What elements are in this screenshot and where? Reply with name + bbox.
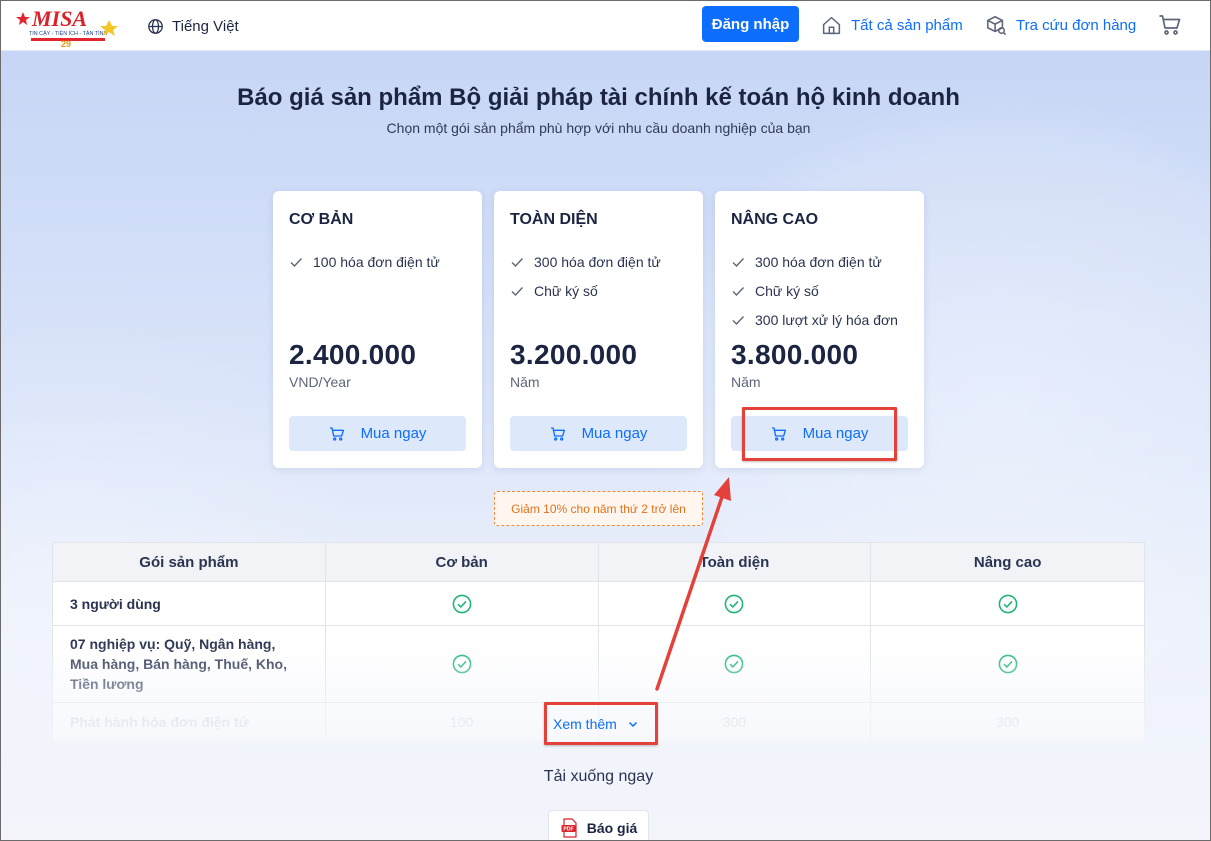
feature-item: Chữ ký số (510, 276, 661, 305)
table-header-row: Gói sản phẩm Cơ bản Toàn diện Nâng cao (52, 542, 1145, 582)
feature-item: 300 hóa đơn điện tử (510, 247, 661, 276)
column-header: Toàn diện (597, 542, 872, 582)
discount-badge: Giảm 10% cho năm thứ 2 trở lên (494, 491, 703, 526)
feature-label: Chữ ký số (534, 282, 598, 299)
login-button[interactable]: Đăng nhập (702, 6, 799, 42)
quote-label: Báo giá (586, 820, 638, 836)
table-cell (324, 625, 599, 703)
feature-item: 300 hóa đơn điện tử (731, 247, 898, 276)
plan-price: 3.200.000 (510, 339, 638, 370)
row-label: Phát hành hóa đơn điện tử (52, 702, 326, 742)
check-circle-icon (452, 594, 472, 613)
cart-icon (329, 426, 344, 441)
row-label: 3 người dùng (52, 581, 326, 626)
chevron-down-icon (628, 721, 637, 728)
nav-order-lookup[interactable]: Tra cứu đơn hàng (985, 13, 1136, 37)
table-cell (870, 581, 1145, 626)
comparison-table: Gói sản phẩm Cơ bản Toàn diện Nâng cao 3… (52, 542, 1145, 742)
feature-list: 300 hóa đơn điện tử Chữ ký số 300 lượt x… (731, 247, 898, 334)
table-cell: 300 (597, 702, 872, 742)
plan-price: 3.800.000 (731, 339, 859, 370)
page-frame: MISA TIN CẬY - TIỆN ÍCH - TẬN TÌNH 29 Ti… (0, 0, 1211, 841)
svg-text:MISA: MISA (31, 6, 87, 31)
buy-now-button[interactable]: Mua ngay (731, 416, 908, 451)
table-cell (597, 625, 872, 703)
buy-now-button[interactable]: Mua ngay (510, 416, 687, 451)
check-circle-icon (998, 594, 1018, 613)
nav-label: Tra cứu đơn hàng (1016, 16, 1137, 34)
globe-icon (148, 18, 163, 34)
feature-list: 300 hóa đơn điện tử Chữ ký số (510, 247, 661, 305)
table-cell (324, 581, 599, 626)
plan-card-advanced: NÂNG CAO 300 hóa đơn điện tử Chữ ký số 3… (715, 191, 924, 468)
svg-text:TIN CẬY - TIỆN ÍCH - TẬN TÌNH: TIN CẬY - TIỆN ÍCH - TẬN TÌNH (29, 29, 107, 37)
plan-unit: Năm (731, 374, 761, 390)
feature-label: 300 hóa đơn điện tử (755, 253, 882, 270)
home-icon (822, 16, 841, 34)
table-row: 07 nghiệp vụ: Quỹ, Ngân hàng, Mua hàng, … (52, 625, 1145, 703)
svg-text:29: 29 (61, 39, 71, 48)
language-label: Tiếng Việt (172, 17, 239, 35)
misa-logo[interactable]: MISA TIN CẬY - TIỆN ÍCH - TẬN TÌNH 29 (15, 4, 121, 48)
table-cell (870, 625, 1145, 703)
plan-price: 2.400.000 (289, 339, 417, 370)
check-circle-icon (724, 594, 744, 613)
plan-unit: VND/Year (289, 374, 351, 390)
plan-name: CƠ BẢN (289, 211, 354, 228)
plan-unit: Năm (510, 374, 540, 390)
page-subtitle: Chọn một gói sản phẩm phù hợp với nhu cầ… (386, 120, 811, 136)
page-title: Báo giá sản phẩm Bộ giải pháp tài chính … (237, 84, 960, 111)
nav-label: Tất cả sản phẩm (851, 16, 963, 34)
check-icon (290, 257, 303, 267)
plan-name: NÂNG CAO (731, 211, 819, 228)
check-icon (511, 286, 524, 296)
check-circle-icon (452, 654, 472, 674)
cart-icon[interactable] (1158, 13, 1182, 37)
check-icon (732, 315, 745, 325)
cart-icon (771, 426, 786, 441)
check-icon (511, 257, 524, 267)
check-icon (732, 286, 745, 296)
buy-now-label: Mua ngay (581, 425, 648, 442)
feature-item: 100 hóa đơn điện tử (289, 247, 440, 276)
buy-now-label: Mua ngay (802, 425, 869, 442)
column-header: Gói sản phẩm (52, 542, 326, 582)
feature-item: 300 lượt xử lý hóa đơn (731, 305, 898, 334)
plan-card-comprehensive: TOÀN DIỆN 300 hóa đơn điện tử Chữ ký số … (494, 191, 703, 468)
column-header: Cơ bản (324, 542, 599, 582)
language-selector[interactable]: Tiếng Việt (147, 15, 239, 37)
check-icon (732, 257, 745, 267)
pdf-file-icon: PDF (561, 818, 577, 838)
column-header: Nâng cao (870, 542, 1145, 582)
top-header: MISA TIN CẬY - TIỆN ÍCH - TẬN TÌNH 29 Ti… (1, 1, 1210, 51)
see-more-label: Xem thêm (553, 716, 617, 732)
check-circle-icon (724, 654, 744, 674)
download-title: Tải xuống ngay (543, 768, 654, 785)
buy-now-label: Mua ngay (360, 425, 427, 442)
feature-label: 300 hóa đơn điện tử (534, 253, 661, 270)
buy-now-button[interactable]: Mua ngay (289, 416, 466, 451)
table-cell: 300 (870, 702, 1145, 742)
check-circle-icon (998, 654, 1018, 674)
table-row: 3 người dùng (52, 581, 1145, 626)
feature-label: 100 hóa đơn điện tử (313, 253, 440, 270)
nav-all-products[interactable]: Tất cả sản phẩm (821, 13, 963, 37)
feature-label: Chữ ký số (755, 282, 819, 299)
feature-label: 300 lượt xử lý hóa đơn (755, 311, 898, 328)
table-cell (597, 581, 872, 626)
download-quote-button[interactable]: PDF Báo giá (548, 810, 649, 840)
package-search-icon (986, 15, 1007, 36)
plan-card-basic: CƠ BẢN 100 hóa đơn điện tử 2.400.000 VND… (273, 191, 482, 468)
feature-list: 100 hóa đơn điện tử (289, 247, 440, 276)
row-label: 07 nghiệp vụ: Quỹ, Ngân hàng, Mua hàng, … (52, 625, 326, 703)
plan-name: TOÀN DIỆN (510, 211, 598, 228)
see-more-link[interactable]: Xem thêm (553, 713, 639, 735)
feature-item: Chữ ký số (731, 276, 898, 305)
svg-text:PDF: PDF (563, 827, 573, 833)
cart-icon (550, 426, 565, 441)
